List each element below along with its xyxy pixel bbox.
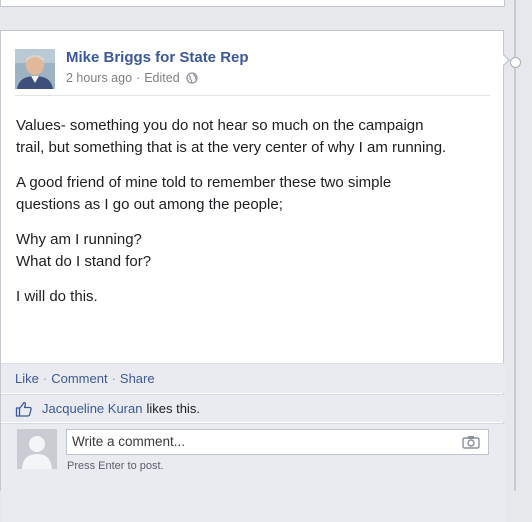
comment-input[interactable]: Write a comment... [66, 429, 489, 455]
post-header: Mike Briggs for State Rep 2 hours ago · … [15, 49, 491, 89]
post-line: Values- something you do not hear so muc… [16, 117, 424, 134]
post-time-link[interactable]: 2 hours ago [66, 71, 132, 85]
timeline-arrow-inner [502, 54, 508, 66]
comment-hint: Press Enter to post. [67, 460, 164, 472]
post-paragraph: Values- something you do not hear so muc… [16, 115, 501, 158]
author-name-link[interactable]: Mike Briggs for State Rep [66, 49, 249, 66]
post-card: Mike Briggs for State Rep 2 hours ago · … [0, 30, 505, 522]
post-line: A good friend of mine told to remember t… [16, 174, 392, 191]
comment-link[interactable]: Comment [51, 371, 107, 386]
header-divider [15, 95, 490, 96]
card-bottom [1, 475, 505, 522]
post-line: Why am I running? [16, 231, 142, 248]
post-line: trail, but something that is at the very… [16, 138, 447, 156]
thumbs-up-icon [15, 401, 33, 417]
post-actions-bar: Like · Comment · Share [1, 363, 505, 393]
timeline-line [514, 0, 516, 491]
comment-composer: Write a comment... Press Enter to post. [1, 423, 505, 475]
post-paragraph: Why am I running? What do I stand for? [16, 229, 501, 272]
previous-post-card [0, 0, 505, 7]
post-line: What do I stand for? [16, 252, 152, 270]
action-separator: · [42, 371, 48, 386]
likes-summary: Jacqueline Kuran likes this. [1, 394, 505, 422]
post-line: questions as I go out among the people; [16, 195, 283, 213]
comment-placeholder: Write a comment... [72, 434, 186, 449]
post-paragraph: A good friend of mine told to remember t… [16, 172, 501, 215]
post-line: I will do this. [16, 288, 98, 305]
liker-name-link[interactable]: Jacqueline Kuran [42, 401, 142, 416]
camera-icon[interactable] [462, 435, 480, 449]
author-avatar[interactable] [15, 49, 55, 89]
timeline-dot [510, 57, 521, 68]
edited-link[interactable]: Edited [144, 71, 179, 85]
likes-text: likes this. [146, 401, 200, 416]
share-link[interactable]: Share [120, 371, 155, 386]
meta-separator: · [136, 71, 141, 85]
post-meta: 2 hours ago · Edited [66, 71, 198, 85]
post-paragraph: I will do this. [16, 286, 501, 308]
commenter-avatar [17, 429, 57, 469]
like-link[interactable]: Like [15, 371, 39, 386]
globe-icon[interactable] [186, 72, 198, 84]
action-separator: · [111, 371, 116, 386]
post-text: Values- something you do not hear so muc… [16, 115, 501, 322]
